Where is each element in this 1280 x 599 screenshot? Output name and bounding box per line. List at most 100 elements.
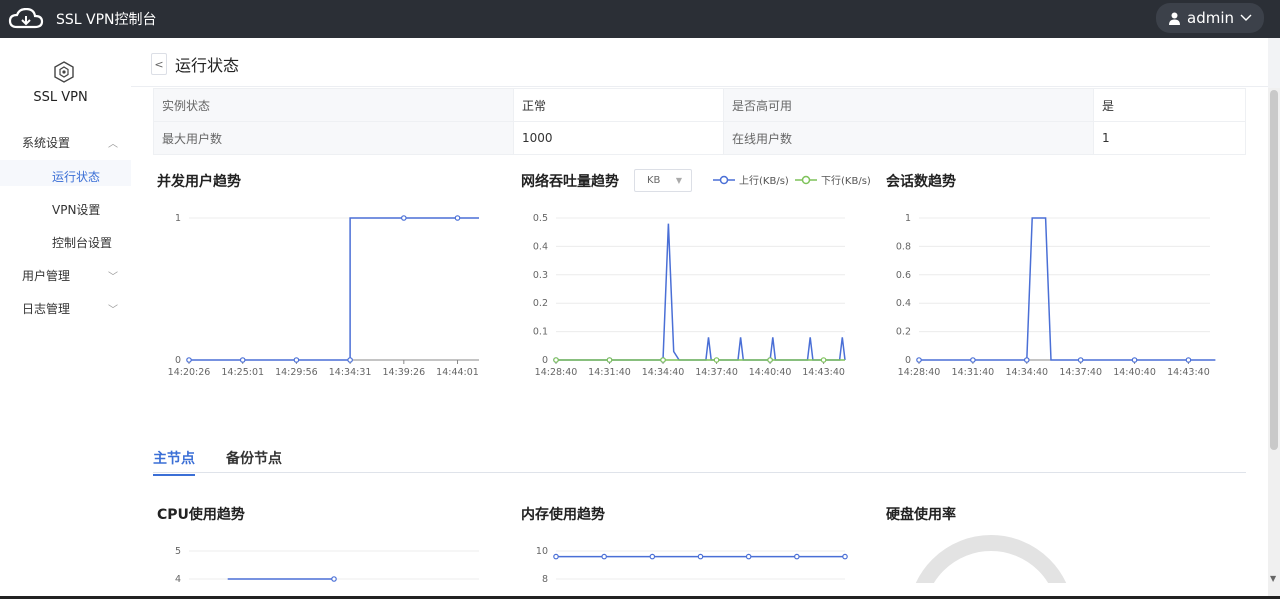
x-tick-label: 14:28:40 — [535, 367, 578, 378]
chevron-down-icon — [1240, 14, 1252, 21]
x-tick-label: 14:37:40 — [695, 367, 738, 378]
tab-backup-node[interactable]: 备份节点 — [226, 448, 282, 474]
x-tick-label: 14:34:31 — [329, 367, 372, 378]
y-tick-label: 0.6 — [896, 270, 911, 281]
page-title: 运行状态 — [175, 56, 240, 75]
tab-primary-node[interactable]: 主节点 — [153, 448, 195, 476]
data-point — [239, 357, 246, 363]
legend-up[interactable]: 上行(KB/s) — [713, 172, 789, 187]
data-point — [331, 576, 337, 582]
x-tick-label: 14:34:40 — [1005, 367, 1048, 378]
caret-down-icon: ▼ — [675, 176, 682, 185]
app-title: SSL VPN控制台 — [56, 12, 157, 28]
data-point — [745, 553, 752, 560]
sessions-chart: 0 0.2 0.4 0.6 0.8 1 14:28:40 14:31:40 14:34:40 14… — [866, 208, 1226, 428]
data-point — [293, 357, 300, 363]
table-cell: 1 — [1093, 121, 1246, 155]
data-point — [970, 357, 976, 363]
node-tabs: 主节点 备份节点 — [153, 448, 1246, 476]
disk-title: 硬盘使用率 — [886, 507, 956, 523]
chart-svg: 45 — [175, 546, 479, 585]
legend-up-label: 上行(KB/s) — [739, 176, 789, 187]
chart-svg: 8 10 — [536, 546, 848, 585]
sidebar-item-vpn-settings[interactable]: VPN设置 — [52, 201, 100, 218]
y-tick-label: 0.5 — [533, 213, 548, 224]
cloud-logo-icon — [6, 0, 46, 38]
user-menu-button[interactable]: admin — [1156, 3, 1264, 33]
data-point — [1023, 357, 1030, 363]
cpu-chart: 45 — [131, 538, 501, 598]
table-cell: 在线用户数 — [723, 121, 1094, 155]
chevron-up-icon: ︿ — [108, 139, 118, 150]
data-point — [649, 553, 656, 560]
table-cell: 实例状态 — [153, 88, 514, 122]
x-tick-label: 14:29:56 — [275, 367, 318, 378]
divider — [131, 86, 1268, 87]
y-tick-label: 5 — [175, 546, 181, 557]
y-tick-label: 8 — [542, 574, 548, 585]
menu-group-label: 系统设置 — [22, 136, 71, 150]
data-point — [553, 357, 559, 363]
memory-title: 内存使用趋势 — [521, 507, 605, 523]
y-tick-label: 10 — [536, 546, 548, 557]
x-tick-label: 14:37:40 — [1059, 367, 1102, 378]
sidebar: SSL VPN 系统设置 ︿ 运行状态 VPN设置 控制台设置 用户管理 ﹀ 日… — [0, 38, 131, 599]
username: admin — [1187, 9, 1234, 27]
y-tick-label: 0.4 — [533, 241, 548, 252]
throughput-chart: 0 0.1 0.2 0.3 0.4 0.5 14:28:40 14:31:40 14:34:40… — [501, 208, 861, 428]
table-cell: 是否高可用 — [723, 88, 1094, 122]
series-line — [189, 217, 479, 361]
x-tick-label: 14:43:40 — [1167, 367, 1210, 378]
scroll-down-icon[interactable]: ▼ — [1270, 574, 1276, 583]
y-tick-label: 0 — [175, 355, 181, 366]
table-row: 实例状态 正常 是否高可用 是 — [153, 88, 1246, 122]
data-point — [767, 357, 773, 363]
data-point — [713, 357, 720, 363]
scrollbar-thumb[interactable] — [1270, 90, 1278, 450]
sidebar-item-console-settings[interactable]: 控制台设置 — [52, 234, 112, 251]
data-point — [606, 357, 613, 363]
menu-group-label: 用户管理 — [22, 269, 71, 283]
data-point — [1185, 357, 1192, 363]
concurrent-users-title: 并发用户趋势 — [157, 174, 241, 190]
legend-down-label: 下行(KB/s) — [821, 176, 871, 187]
throughput-title: 网络吞吐量趋势 — [521, 174, 619, 190]
y-tick-label: 0.2 — [896, 327, 911, 338]
y-tick-label: 0.3 — [533, 270, 548, 281]
top-bar: SSL VPN控制台 admin — [0, 0, 1280, 38]
menu-group-users[interactable]: 用户管理 ﹀ — [22, 267, 118, 284]
unit-select[interactable]: KB ▼ — [634, 169, 692, 192]
unit-select-value: KB — [647, 175, 661, 186]
memory-chart: 8 10 — [501, 538, 861, 598]
x-tick-label: 14:40:40 — [1113, 367, 1156, 378]
menu-group-system[interactable]: 系统设置 ︿ — [22, 134, 118, 151]
series-line — [919, 217, 1216, 361]
data-point — [601, 553, 607, 560]
table-cell: 正常 — [513, 88, 724, 122]
legend-line-marker-icon — [713, 175, 735, 184]
legend-down[interactable]: 下行(KB/s) — [795, 172, 871, 187]
chevron-down-icon: ﹀ — [108, 305, 118, 316]
chart-svg: 0 1 14:20:26 14:25:01 14:29:56 14:34:31 14:39:… — [168, 213, 479, 378]
brand-name: SSL VPN — [33, 90, 88, 105]
x-tick-label: 14:44:01 — [436, 367, 479, 378]
y-tick-label: 0.1 — [533, 327, 548, 338]
disk-usage-gauge — [915, 535, 1067, 583]
x-tick-label: 14:28:40 — [898, 367, 941, 378]
main-content: < 运行状态 实例状态 正常 是否高可用 是 最大用户数 1000 在线用户数 … — [131, 38, 1268, 599]
data-point — [347, 357, 353, 363]
x-tick-label: 14:43:40 — [802, 367, 845, 378]
x-tick-label: 14:31:40 — [588, 367, 631, 378]
cpu-title: CPU使用趋势 — [157, 507, 245, 523]
page-header: < 运行状态 — [151, 52, 239, 76]
x-tick-label: 14:39:26 — [382, 367, 425, 378]
data-point — [186, 357, 192, 363]
menu-group-logs[interactable]: 日志管理 ﹀ — [22, 300, 118, 317]
y-tick-label: 0.2 — [533, 298, 548, 309]
sidebar-item-status[interactable]: 运行状态 — [52, 168, 100, 185]
user-icon — [1169, 12, 1180, 25]
data-point — [1077, 357, 1084, 363]
data-point — [794, 553, 800, 560]
scrollbar[interactable]: ▼ — [1268, 88, 1280, 599]
back-button[interactable]: < — [151, 53, 167, 75]
